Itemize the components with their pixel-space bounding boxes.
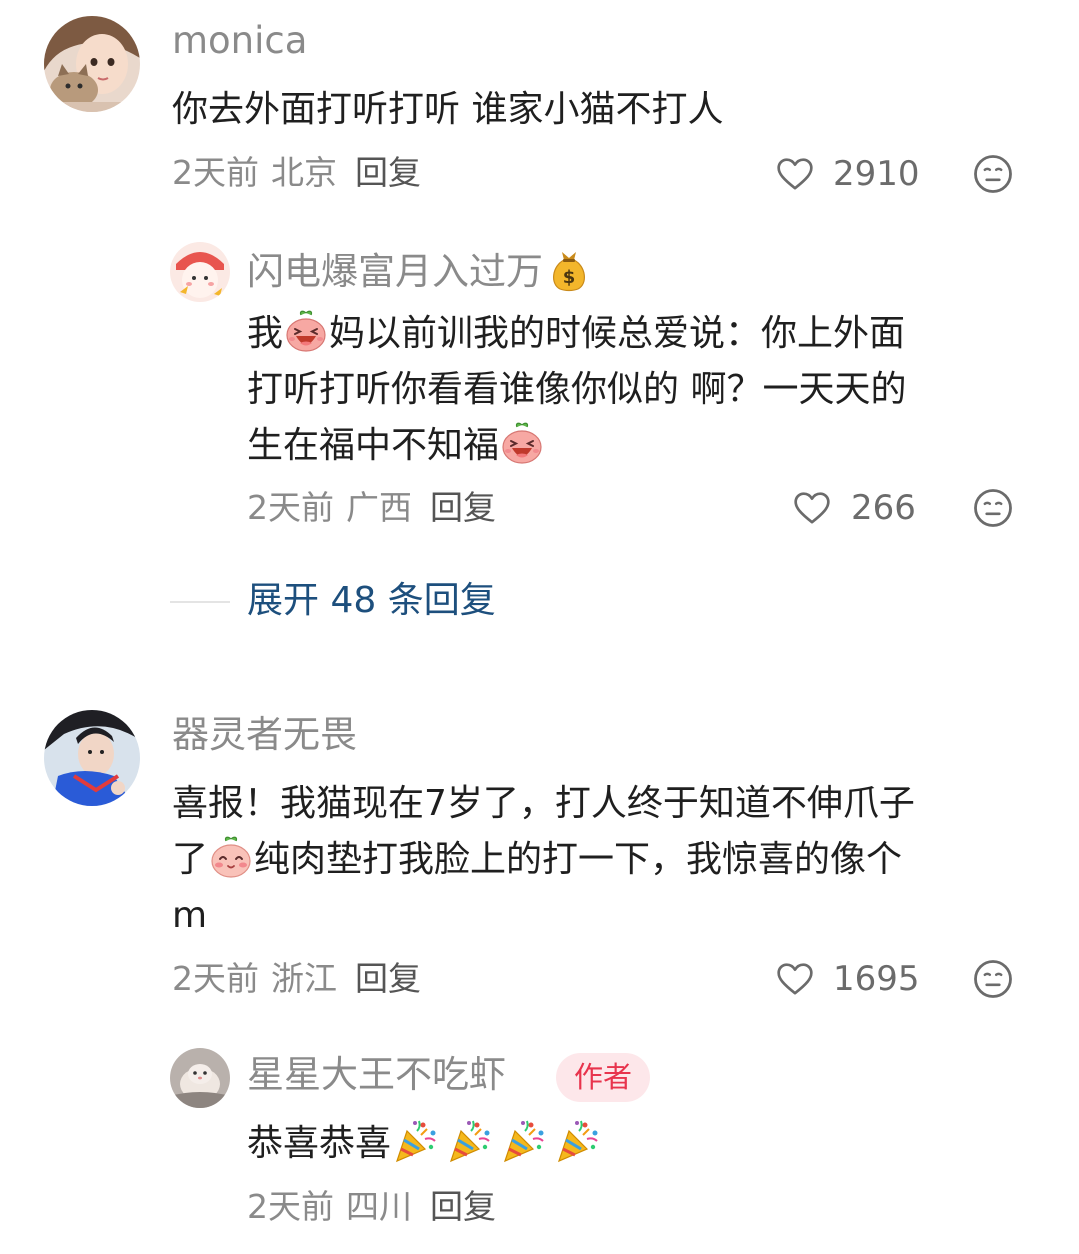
comment-text-line: 了 纯肉垫打我脸上的打一下，我惊喜的像个 bbox=[172, 832, 1052, 888]
like-count: 1695 bbox=[833, 959, 920, 999]
reply-text-segment: 生在福中不知福 bbox=[247, 425, 500, 466]
avatar[interactable] bbox=[44, 710, 140, 806]
comment-username[interactable]: 器灵者无畏 bbox=[172, 716, 357, 753]
comment-meta: 2天前 浙江 回复 bbox=[172, 962, 421, 995]
reply-text-line: 打听打听你看看谁像你似的 啊？一天天的 bbox=[247, 369, 907, 410]
comment-text: 喜报！我猫现在7岁了，打人终于知道不伸爪子 了 纯肉垫打我脸上的打一下，我惊喜的像… bbox=[172, 776, 1052, 944]
comment-username[interactable]: monica bbox=[172, 22, 307, 59]
reply-button[interactable]: 回复 bbox=[355, 959, 421, 998]
comment-meta: 2天前 北京 回复 bbox=[172, 156, 421, 189]
reply-location: 广西 bbox=[346, 488, 412, 527]
money-bag-icon bbox=[547, 248, 591, 292]
reply-time: 2天前 bbox=[247, 1187, 334, 1226]
comment-location: 北京 bbox=[271, 153, 337, 192]
comment-time: 2天前 bbox=[172, 153, 259, 192]
reply-username[interactable]: 闪电爆富月入过万 bbox=[247, 248, 591, 292]
avatar[interactable] bbox=[170, 1048, 230, 1108]
reply-text-line: 我 妈以前训我的时候总爱说：你上外面 bbox=[247, 306, 1047, 362]
avatar[interactable] bbox=[44, 16, 140, 112]
comment-location: 浙江 bbox=[271, 959, 337, 998]
expand-replies-button[interactable]: 展开 48 条回复 bbox=[247, 583, 496, 619]
reply-text: 我 妈以前训我的时候总爱说：你上外面 打听打听你看看谁像你似的 啊？一天天的 生在… bbox=[247, 306, 1047, 474]
reply-button[interactable]: 回复 bbox=[430, 1187, 496, 1226]
neutral-face-icon[interactable] bbox=[972, 958, 1014, 1000]
heart-outline-icon[interactable] bbox=[774, 154, 816, 194]
divider bbox=[170, 601, 230, 603]
comment-text-segment: 纯肉垫打我脸上的打一下，我惊喜的像个 bbox=[254, 839, 903, 880]
reply-button[interactable]: 回复 bbox=[355, 153, 421, 192]
avatar[interactable] bbox=[170, 242, 230, 302]
shy-face-emoji bbox=[209, 835, 253, 879]
reply-text-segment: 妈以前训我的时候总爱说：你上外面 bbox=[329, 313, 906, 354]
party-popper-emoji bbox=[445, 1117, 493, 1165]
comment-time: 2天前 bbox=[172, 959, 259, 998]
reply-time: 2天前 bbox=[247, 488, 334, 527]
comment-text: 你去外面打听打听 谁家小猫不打人 bbox=[172, 89, 724, 130]
comment-text-line: m bbox=[172, 895, 208, 936]
laughing-face-emoji bbox=[284, 309, 328, 353]
party-popper-emoji bbox=[553, 1117, 601, 1165]
party-popper-emoji bbox=[391, 1117, 439, 1165]
heart-outline-icon[interactable] bbox=[774, 959, 816, 999]
author-badge: 作者 bbox=[556, 1053, 651, 1102]
reply-username-text[interactable]: 闪电爆富月入过万 bbox=[247, 250, 543, 293]
reply-button[interactable]: 回复 bbox=[430, 488, 496, 527]
comment-text-segment: 了 bbox=[172, 839, 209, 880]
reply-username[interactable]: 星星大王不吃虾 bbox=[247, 1056, 506, 1093]
reply-text: 恭喜恭喜 bbox=[247, 1116, 607, 1172]
reply-text-line: 生在福中不知福 bbox=[247, 418, 1047, 474]
neutral-face-icon[interactable] bbox=[972, 487, 1014, 529]
comment-text-line: 喜报！我猫现在7岁了，打人终于知道不伸爪子 bbox=[172, 783, 915, 824]
reply-meta: 2天前 广西 回复 bbox=[247, 491, 496, 524]
party-popper-emoji bbox=[499, 1117, 547, 1165]
reply-text-segment: 我 bbox=[247, 313, 284, 354]
heart-outline-icon[interactable] bbox=[791, 488, 833, 528]
neutral-face-icon[interactable] bbox=[972, 153, 1014, 195]
laughing-face-emoji bbox=[500, 421, 544, 465]
like-count: 2910 bbox=[833, 154, 920, 194]
reply-meta: 2天前 四川 回复 bbox=[247, 1190, 496, 1223]
like-count: 266 bbox=[851, 488, 916, 528]
reply-location: 四川 bbox=[346, 1187, 412, 1226]
reply-text-segment: 恭喜恭喜 bbox=[247, 1123, 392, 1164]
